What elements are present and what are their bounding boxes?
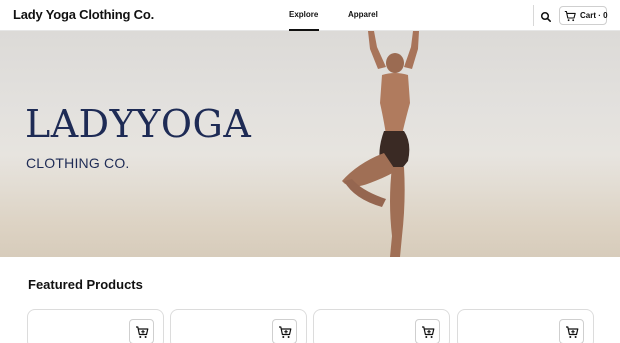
hero-banner: LADYYOGA CLOTHING CO. — [0, 31, 620, 257]
featured-products-title: Featured Products — [28, 277, 143, 292]
brand-logo-text[interactable]: Lady Yoga Clothing Co. — [13, 7, 154, 22]
nav-explore[interactable]: Explore — [289, 10, 320, 31]
product-card[interactable] — [313, 309, 450, 343]
product-card[interactable] — [27, 309, 164, 343]
add-to-cart-button[interactable] — [415, 319, 440, 343]
add-to-cart-icon — [136, 326, 149, 338]
product-card[interactable] — [170, 309, 307, 343]
add-to-cart-button[interactable] — [272, 319, 297, 343]
hero-subtitle: CLOTHING CO. — [26, 155, 130, 171]
add-to-cart-icon — [279, 326, 292, 338]
cart-icon — [564, 10, 576, 22]
add-to-cart-icon — [422, 326, 435, 338]
hero-title: LADYYOGA — [25, 102, 252, 146]
nav-apparel[interactable]: Apparel — [348, 10, 378, 19]
site-header: Lady Yoga Clothing Co. Explore Apparel C… — [0, 0, 620, 31]
yoga-woman-image — [342, 31, 419, 257]
search-icon — [540, 11, 551, 22]
product-card[interactable] — [457, 309, 594, 343]
add-to-cart-icon — [566, 326, 579, 338]
search-button[interactable] — [540, 10, 552, 22]
add-to-cart-button[interactable] — [559, 319, 584, 343]
header-divider — [533, 5, 534, 26]
cart-label: Cart · 0 — [580, 11, 608, 20]
add-to-cart-button[interactable] — [129, 319, 154, 343]
cart-button[interactable]: Cart · 0 — [559, 6, 608, 25]
